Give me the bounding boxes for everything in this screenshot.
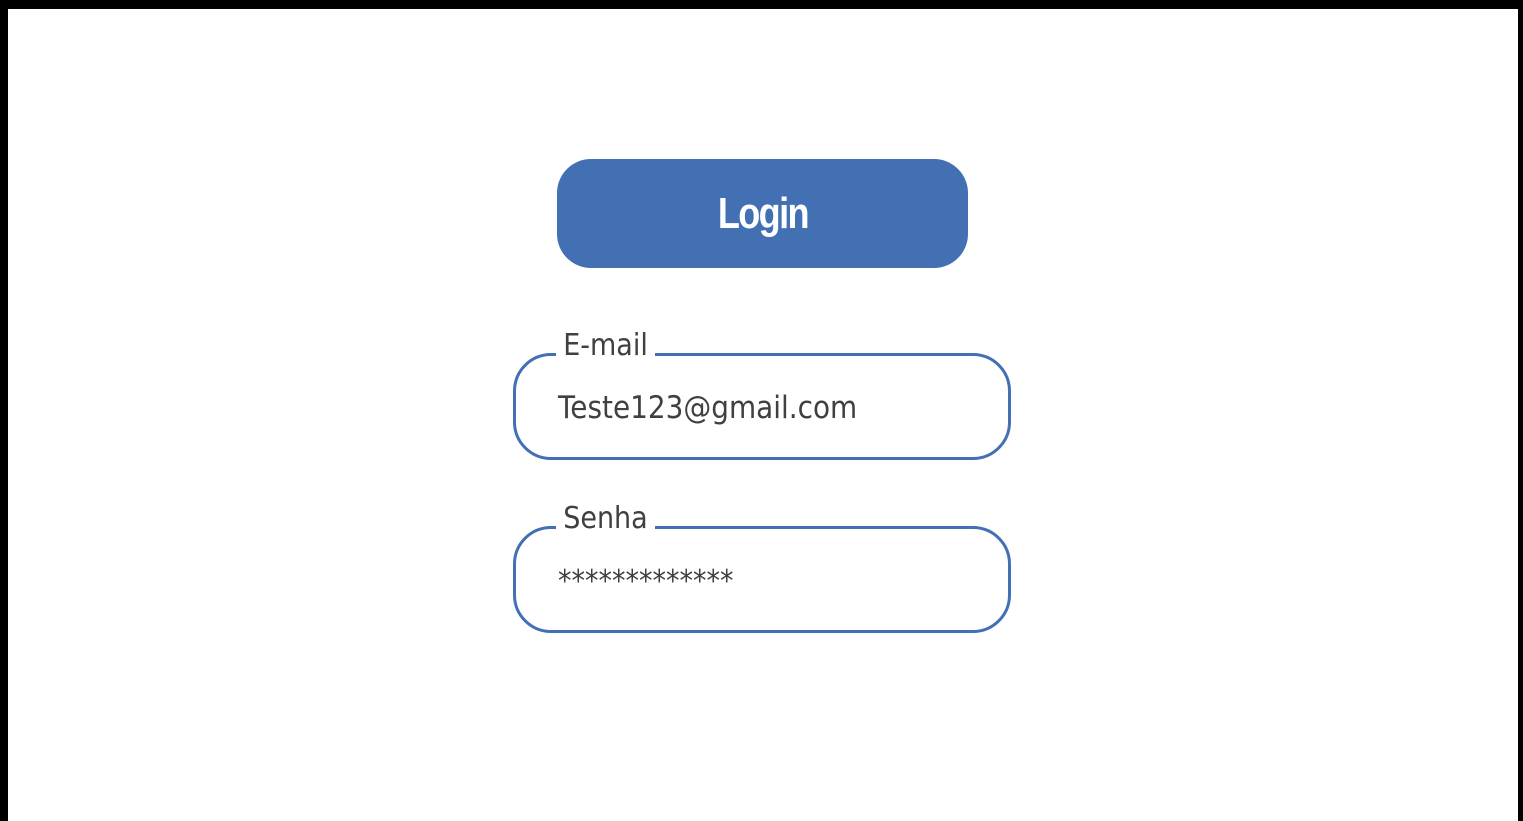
login-screen: Login E-mail Teste123@gmail.com Senha **… xyxy=(8,9,1518,821)
login-button-label: Login xyxy=(717,188,810,238)
password-field-value[interactable]: ************* xyxy=(558,563,734,601)
password-field[interactable]: Senha ************* xyxy=(513,499,1011,633)
email-field-value[interactable]: Teste123@gmail.com xyxy=(558,389,857,427)
password-field-label: Senha xyxy=(556,499,655,539)
email-field[interactable]: E-mail Teste123@gmail.com xyxy=(513,326,1011,460)
login-button[interactable]: Login xyxy=(557,159,968,268)
email-field-label: E-mail xyxy=(556,326,656,366)
